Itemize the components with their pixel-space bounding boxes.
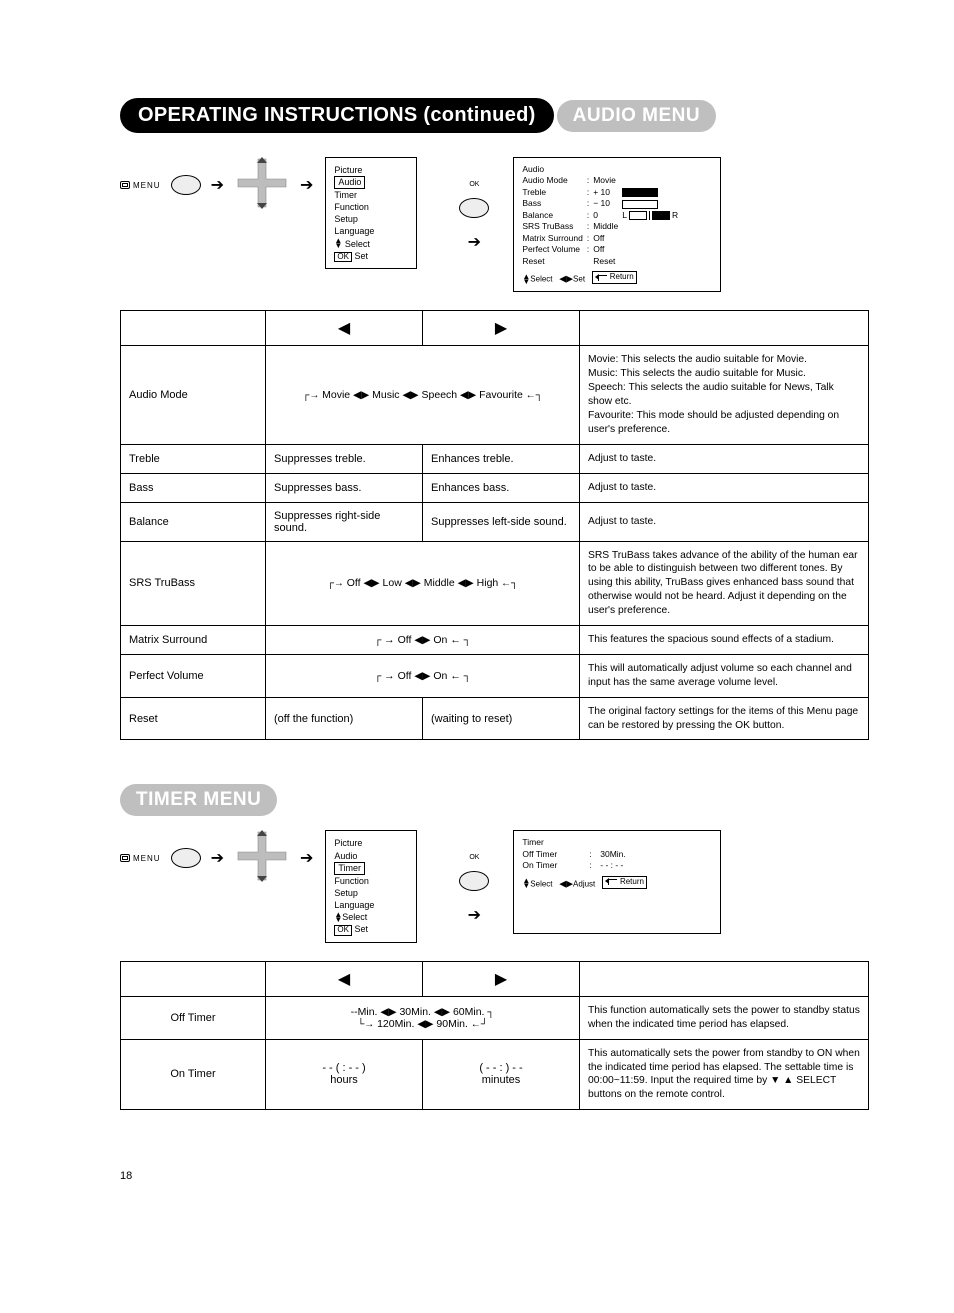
nav-cross-icon [234, 830, 290, 886]
menu-button[interactable] [171, 175, 201, 195]
left-arrow-header: ◀ [266, 311, 423, 346]
table-row: Audio Mode ┌→ Movie ◀▶ Music ◀▶ Speech ◀… [121, 346, 869, 444]
arrow-icon: ➔ [468, 232, 481, 252]
table-row: On Timer - - ( : - - ) hours ( - - : ) -… [121, 1039, 869, 1110]
left-arrow-header: ◀ [266, 961, 423, 996]
right-arrow-header: ▶ [423, 311, 580, 346]
audio-nav-row: MENU ➔ ➔ Picture Audio Timer Function Se… [120, 157, 869, 292]
arrow-icon: ➔ [300, 175, 313, 195]
table-row: Reset (off the function) (waiting to res… [121, 697, 869, 740]
osd-main-menu: Picture Audio Timer Function Setup Langu… [325, 830, 417, 942]
audio-table: ◀ ▶ Audio Mode ┌→ Movie ◀▶ Music ◀▶ Spee… [120, 310, 869, 740]
timer-table: ◀ ▶ Off Timer --Min. ◀▶ 30Min. ◀▶ 60Min.… [120, 961, 869, 1110]
table-row: Perfect Volume ┌ → Off ◀▶ On ← ┐ This wi… [121, 654, 869, 697]
right-arrow-header: ▶ [423, 961, 580, 996]
page-number: 18 [120, 1170, 869, 1182]
osd-timer-detail: Timer Off Timer:30Min. On Timer:- - : - … [513, 830, 721, 934]
table-row: Balance Suppresses right-side sound. Sup… [121, 502, 869, 541]
table-row: Treble Suppresses treble. Enhances trebl… [121, 444, 869, 473]
table-row: Off Timer --Min. ◀▶ 30Min. ◀▶ 60Min. ┐ └… [121, 996, 869, 1039]
arrow-icon: ➔ [211, 175, 224, 195]
ok-button[interactable] [459, 871, 489, 891]
ok-button[interactable] [459, 198, 489, 218]
arrow-icon: ➔ [300, 848, 313, 868]
table-row: Matrix Surround ┌ → Off ◀▶ On ← ┐ This f… [121, 625, 869, 654]
table-row: SRS TruBass ┌→ Off ◀▶ Low ◀▶ Middle ◀▶ H… [121, 541, 869, 625]
osd-main-menu: Picture Audio Timer Function Setup Langu… [325, 157, 417, 269]
ok-button-label: OK [469, 181, 479, 188]
arrow-icon: ➔ [211, 848, 224, 868]
ok-button-label: OK [469, 854, 479, 861]
menu-button-label: MENU [133, 181, 161, 190]
loop-marker: ┌→ [302, 390, 322, 401]
menu-button[interactable] [171, 848, 201, 868]
nav-cross-icon [234, 157, 290, 213]
osd-audio-detail: Audio Audio Mode:Movie Treble:+ 10 Bass:… [513, 157, 721, 292]
table-row: Bass Suppresses bass. Enhances bass. Adj… [121, 473, 869, 502]
arrow-icon: ➔ [468, 905, 481, 925]
menu-button-label: MENU [133, 854, 161, 863]
section-audio-title: AUDIO MENU [557, 100, 716, 132]
page-title: OPERATING INSTRUCTIONS (continued) [120, 98, 554, 133]
timer-nav-row: MENU ➔ ➔ Picture Audio Timer Function Se… [120, 830, 869, 942]
section-timer-title: TIMER MENU [120, 784, 277, 816]
